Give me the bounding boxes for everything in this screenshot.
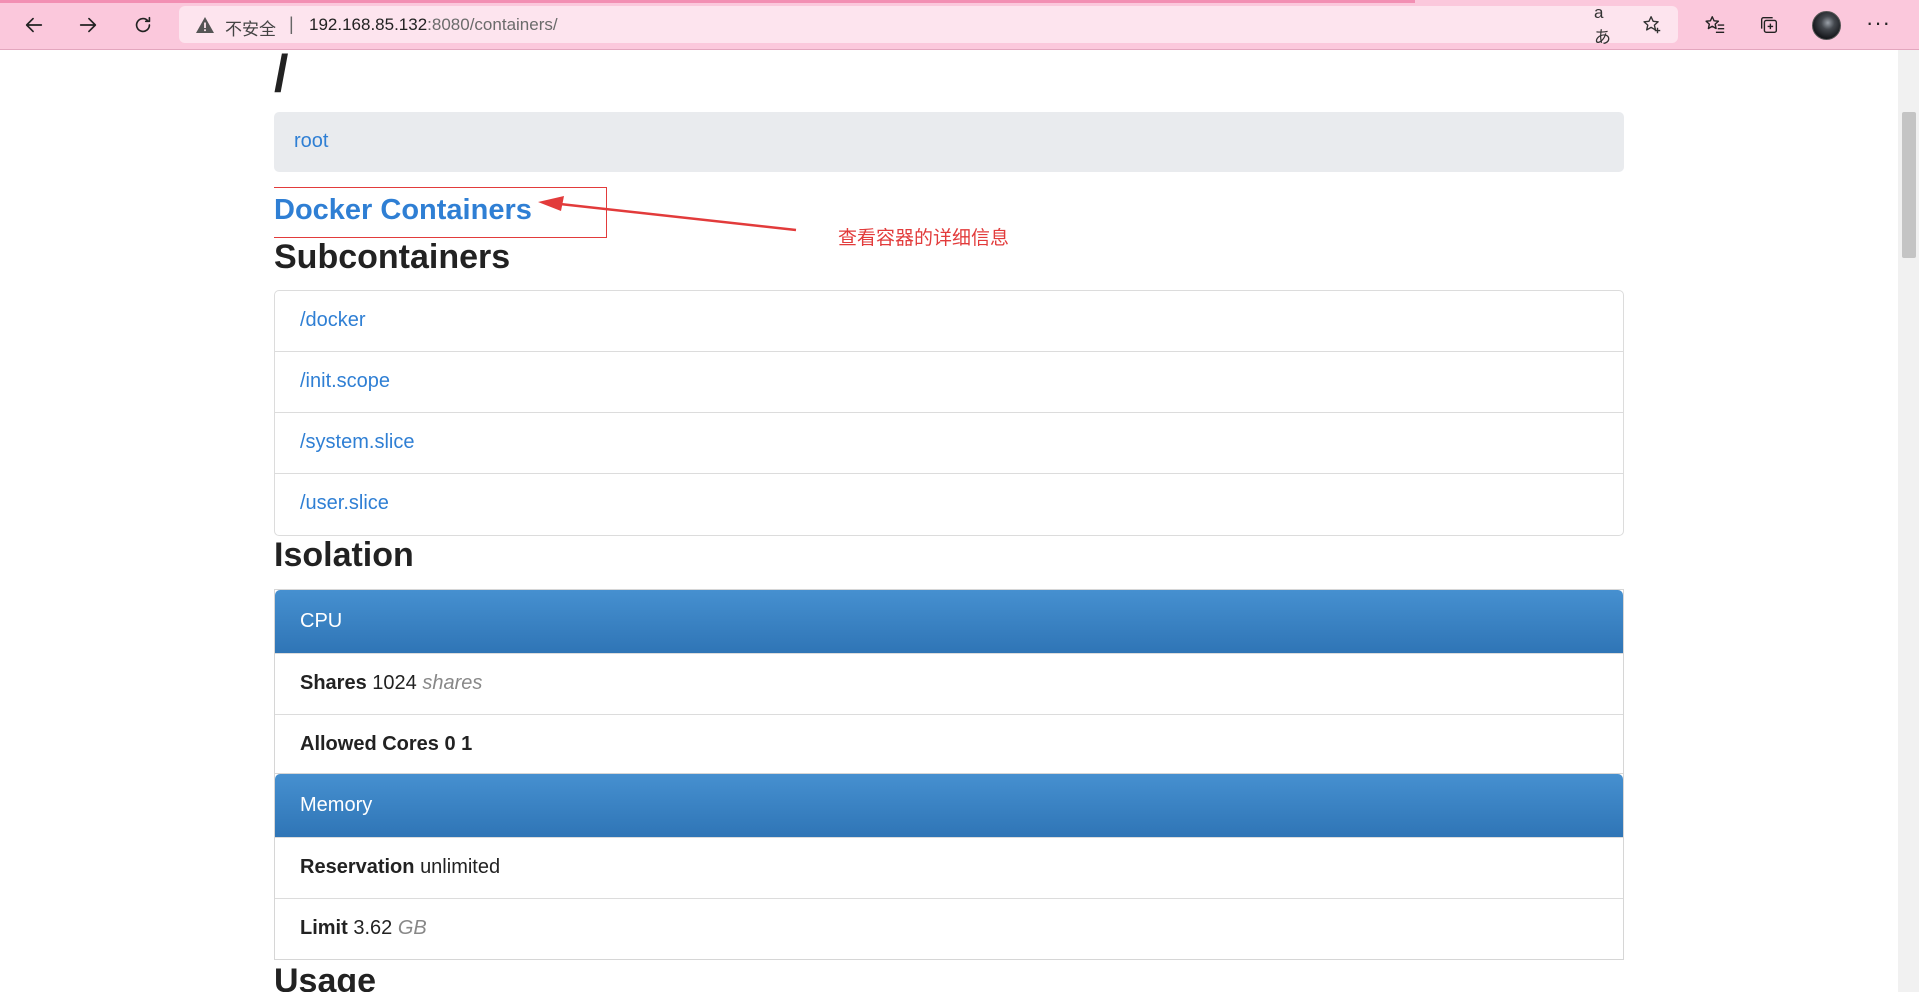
annotation-arrow-icon	[538, 196, 797, 232]
memory-limit-row: Limit 3.62 GB	[275, 898, 1623, 959]
arrow-right-icon	[79, 17, 97, 33]
cpu-panel-heading: CPU	[275, 590, 1623, 653]
shares-unit: shares	[422, 672, 483, 694]
favorites-button[interactable]	[1700, 10, 1730, 40]
breadcrumb: root	[274, 112, 1624, 172]
page-title: /	[274, 50, 289, 103]
memory-panel-heading: Memory	[275, 774, 1623, 837]
subcontainers-list: /docker /init.scope /system.slice /user.…	[274, 290, 1624, 536]
memory-panel: Memory Reservation unlimited Limit 3.62 …	[274, 773, 1624, 960]
collections-icon	[1760, 16, 1778, 34]
breadcrumb-root-link[interactable]: root	[294, 130, 328, 153]
security-label[interactable]: 不安全	[225, 15, 276, 40]
browser-toolbar: 不安全 | 192.168.85.132:8080/containers/ aあ…	[0, 0, 1919, 50]
forward-button[interactable]	[72, 9, 104, 41]
scrollbar-thumb[interactable]	[1902, 112, 1916, 258]
warning-icon[interactable]	[195, 15, 215, 35]
url-path: :8080/containers/	[427, 15, 558, 34]
arrow-left-icon	[25, 17, 43, 33]
subcontainer-link[interactable]: /init.scope	[300, 370, 390, 393]
annotation-text: 查看容器的详细信息	[838, 228, 1010, 249]
subcontainer-link[interactable]: /system.slice	[300, 431, 414, 454]
subcontainer-link[interactable]: /docker	[300, 309, 366, 332]
loading-indicator	[0, 0, 1415, 3]
limit-label: Limit	[300, 917, 348, 939]
favorites-icon	[1705, 16, 1725, 34]
memory-panel-title: Memory	[300, 794, 373, 816]
docker-containers-link[interactable]: Docker Containers	[274, 194, 532, 227]
shares-label: Shares	[300, 672, 367, 694]
refresh-button[interactable]	[127, 9, 159, 41]
back-button[interactable]	[18, 9, 50, 41]
cpu-shares-row: Shares 1024 shares	[275, 653, 1623, 714]
url-host: 192.168.85.132	[309, 15, 428, 34]
usage-title: Usage	[274, 962, 377, 992]
cpu-panel: CPU Shares 1024 shares Allowed Cores 0 1	[274, 589, 1624, 776]
limit-value: 3.62	[353, 917, 393, 939]
cores-value: 0 1	[444, 733, 473, 755]
cores-label: Allowed Cores	[300, 733, 439, 755]
collections-button[interactable]	[1754, 10, 1784, 40]
address-bar[interactable]: 不安全 | 192.168.85.132:8080/containers/ aあ	[179, 3, 1678, 47]
profile-avatar[interactable]	[1812, 11, 1841, 40]
url-text[interactable]: 192.168.85.132:8080/containers/	[309, 15, 558, 35]
list-item[interactable]: /system.slice	[275, 413, 1623, 474]
subcontainers-title: Subcontainers	[274, 238, 511, 276]
limit-unit: GB	[397, 917, 427, 939]
isolation-title: Isolation	[274, 536, 414, 574]
address-separator: |	[289, 14, 294, 34]
list-item[interactable]: /init.scope	[275, 352, 1623, 413]
add-favorite-icon[interactable]	[1640, 13, 1664, 37]
translate-icon[interactable]: aあ	[1594, 3, 1618, 47]
refresh-icon	[135, 16, 151, 33]
reservation-value: unlimited	[420, 856, 501, 878]
list-item[interactable]: /docker	[275, 291, 1623, 352]
cpu-panel-title: CPU	[300, 610, 343, 632]
cpu-cores-row: Allowed Cores 0 1	[275, 714, 1623, 775]
list-item[interactable]: /user.slice	[275, 474, 1623, 535]
page-content: / root Docker Containers 查看容器的详细信息 Subco…	[274, 50, 1624, 992]
memory-reservation-row: Reservation unlimited	[275, 837, 1623, 898]
subcontainer-link[interactable]: /user.slice	[300, 492, 389, 515]
shares-value: 1024	[372, 672, 417, 694]
reservation-label: Reservation	[300, 856, 415, 878]
more-options-icon[interactable]: ···	[1866, 12, 1891, 34]
